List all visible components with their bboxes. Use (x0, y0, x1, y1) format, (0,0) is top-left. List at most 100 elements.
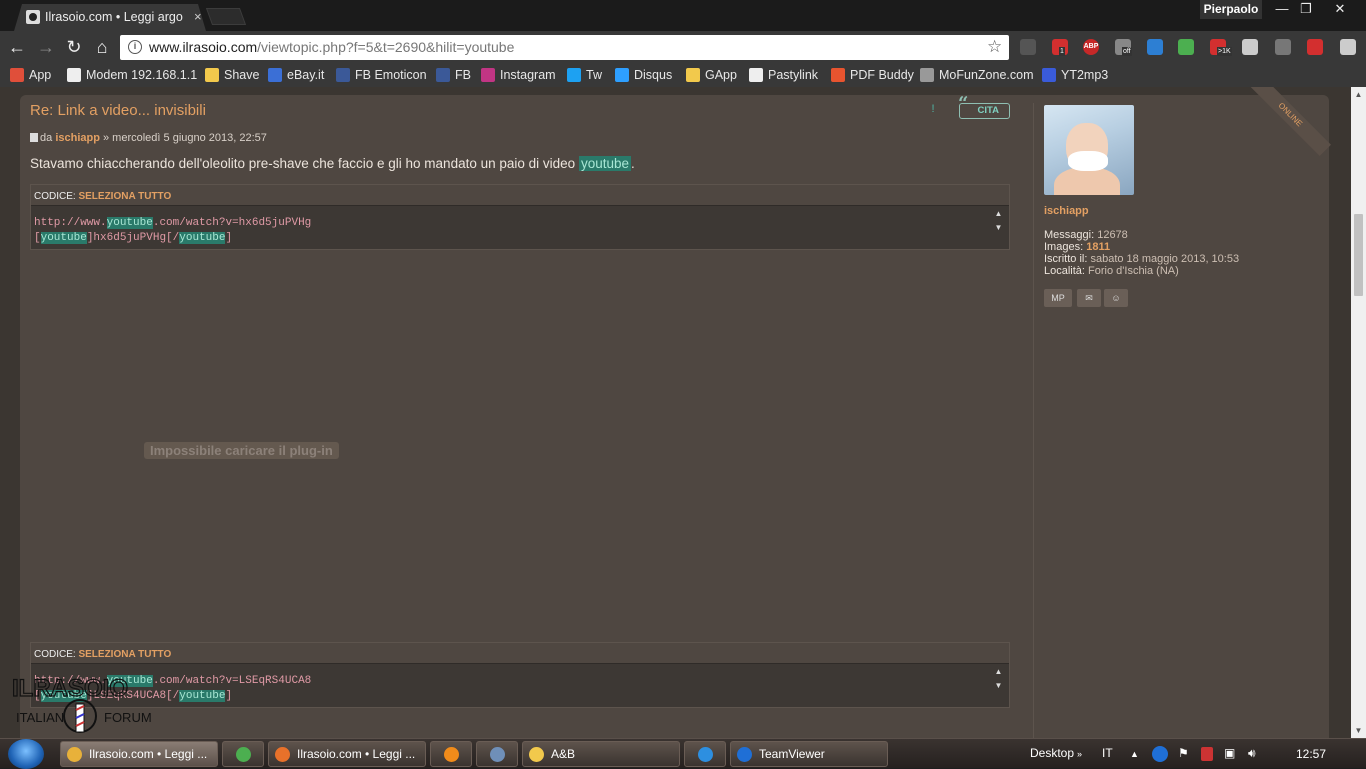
reload-button[interactable]: ↻ (63, 36, 85, 58)
post-author-link[interactable]: ischiapp (55, 132, 100, 144)
private-message-icon[interactable]: MP (1044, 289, 1072, 307)
restore-button[interactable]: ❐ (1292, 0, 1320, 19)
gmail-icon[interactable]: >1K (1210, 39, 1232, 56)
scroll-down-arrow-icon[interactable]: ▼ (990, 679, 1007, 693)
back-button[interactable]: ← (6, 36, 28, 58)
ie-icon (698, 747, 713, 762)
profile-button[interactable]: Pierpaolo (1200, 0, 1262, 19)
avatar[interactable] (1044, 105, 1134, 195)
taskbar-button[interactable] (476, 741, 518, 767)
bookmark-instagram[interactable]: Instagram (481, 67, 556, 83)
close-window-button[interactable]: ✕ (1326, 0, 1354, 19)
twitter-icon (567, 68, 581, 82)
profile-location: Località: Forio d'Ischia (NA) (1044, 265, 1179, 277)
bookmarks-bar: App Modem 192.168.1.1 Shave eBay.it FB Emoti… (0, 63, 1366, 87)
bookmark-label: eBay.it (287, 68, 325, 82)
globe-icon (236, 747, 251, 762)
share-icon[interactable] (1020, 39, 1036, 55)
post-icon[interactable] (30, 133, 38, 142)
email-icon[interactable]: ✉ (1077, 289, 1101, 307)
tab-close-icon[interactable]: × (194, 9, 202, 24)
bookmark-star-icon[interactable]: ☆ (987, 37, 1002, 57)
page-info-icon[interactable]: i (128, 40, 142, 54)
scroll-up-arrow-icon[interactable]: ▲ (1351, 87, 1366, 102)
plugin-off-icon[interactable]: off (1115, 39, 1132, 56)
bookmark-app[interactable]: App (10, 67, 51, 83)
mail-check-icon[interactable] (1242, 39, 1258, 55)
post-title[interactable]: Re: Link a video... invisibili (30, 102, 206, 119)
bookmark-label: FB Emoticon (355, 68, 427, 82)
chrome-icon (67, 747, 82, 762)
bookmark-tw[interactable]: Tw (567, 67, 602, 83)
bookmark-disqus[interactable]: Disqus (615, 67, 672, 83)
bookmark-label: Instagram (500, 68, 556, 82)
taskbar-button-label: A&B (551, 747, 576, 761)
scroll-up-arrow-icon[interactable]: ▲ (990, 665, 1007, 679)
teamviewer-tray-icon[interactable] (1152, 746, 1168, 762)
desktop-toolbar[interactable]: Desktop (1030, 746, 1074, 760)
bookmark-fb-emoticon[interactable]: FB Emoticon (336, 67, 427, 83)
network-icon[interactable]: ▣ (1224, 746, 1235, 760)
calendar-icon[interactable]: 1 (1052, 39, 1068, 56)
firefox-icon (275, 747, 290, 762)
scroll-down-arrow-icon[interactable]: ▼ (1351, 723, 1366, 738)
bookmark-fb[interactable]: FB (436, 67, 471, 83)
bookmark-yt2mp3[interactable]: YT2mp3 (1042, 67, 1108, 83)
folder-icon (205, 68, 219, 82)
apps-grid-icon (10, 68, 24, 82)
report-icon[interactable]: ! (925, 101, 941, 116)
action-center-flag-icon[interactable]: ⚑ (1178, 746, 1189, 760)
desktop-toolbar-arrow-icon[interactable]: » (1077, 749, 1082, 759)
pinterest-icon[interactable] (1307, 39, 1323, 55)
bookmark-pastylink[interactable]: Pastylink (749, 67, 818, 83)
address-bar[interactable]: i www.ilrasoio.com/viewtopic.php?f=5&t=2… (120, 35, 1009, 60)
taskbar-button[interactable] (222, 741, 264, 767)
folder-icon (686, 68, 700, 82)
adblock-icon[interactable]: ABP (1083, 39, 1099, 55)
page-scrollbar[interactable]: ▲ ▼ (1351, 87, 1366, 738)
home-button[interactable]: ⌂ (91, 36, 113, 58)
download-icon[interactable] (1147, 39, 1163, 55)
bookmark-mofunzone-com[interactable]: MoFunZone.com (920, 67, 1033, 83)
profile-username[interactable]: ischiapp (1044, 205, 1089, 217)
select-all-link[interactable]: SELEZIONA TUTTO (78, 191, 171, 202)
start-button[interactable] (8, 739, 44, 769)
bookmark-ebay-it[interactable]: eBay.it (268, 67, 324, 83)
browser-tab[interactable]: Ilrasoio.com • Leggi argo × (14, 4, 206, 31)
language-indicator[interactable]: IT (1102, 746, 1113, 760)
antivirus-tray-icon[interactable] (1201, 747, 1213, 761)
system-clock[interactable]: 12:57 (1296, 747, 1326, 761)
volume-icon[interactable]: 🔊︎ (1248, 746, 1256, 761)
code-scrollbar[interactable]: ▲ ▼ (990, 665, 1007, 707)
taskbar-button[interactable]: Ilrasoio.com • Leggi ... (268, 741, 426, 767)
embedded-video-plugin[interactable]: Impossibile caricare il plug-in (30, 265, 1010, 645)
new-tab-button[interactable] (205, 8, 247, 25)
windows-taskbar: Ilrasoio.com • Leggi ... Ilrasoio.com • L… (0, 738, 1366, 769)
bookmark-shave[interactable]: Shave (205, 67, 259, 83)
taskbar-button[interactable]: Ilrasoio.com • Leggi ... (60, 741, 218, 767)
select-all-link[interactable]: SELEZIONA TUTTO (78, 649, 171, 660)
evernote-icon[interactable] (1178, 39, 1194, 55)
taskbar-button[interactable]: A&B (522, 741, 680, 767)
show-hidden-icons-icon[interactable]: ▲ (1130, 749, 1139, 759)
code-box: CODICE: SELEZIONA TUTTO http://www.youtu… (30, 642, 1010, 708)
scrollbar-thumb[interactable] (1354, 214, 1363, 296)
quote-button[interactable]: “CITA (958, 95, 1010, 119)
sync-icon[interactable] (1275, 39, 1291, 55)
bookmark-gapp[interactable]: GApp (686, 67, 737, 83)
taskbar-button[interactable] (684, 741, 726, 767)
code-scrollbar[interactable]: ▲ ▼ (990, 207, 1007, 249)
forward-button[interactable]: → (35, 36, 57, 58)
menu-icon[interactable] (1340, 39, 1356, 55)
fb-emoticon-icon (336, 68, 350, 82)
bookmark-modem-192-168-1-1[interactable]: Modem 192.168.1.1 (67, 67, 197, 83)
taskbar-button[interactable] (430, 741, 472, 767)
bookmark-pdf-buddy[interactable]: PDF Buddy (831, 67, 914, 83)
scroll-down-arrow-icon[interactable]: ▼ (990, 221, 1007, 235)
taskbar-button[interactable]: TeamViewer (730, 741, 888, 767)
profile-web-icon[interactable]: ☺ (1104, 289, 1128, 307)
scroll-up-arrow-icon[interactable]: ▲ (990, 207, 1007, 221)
logo-sub-right: FORUM (104, 710, 152, 725)
profile-images: Images: 1811 (1044, 241, 1111, 253)
code-content[interactable]: http://www.youtube.com/watch?v=hx6d5juPV… (34, 216, 311, 246)
